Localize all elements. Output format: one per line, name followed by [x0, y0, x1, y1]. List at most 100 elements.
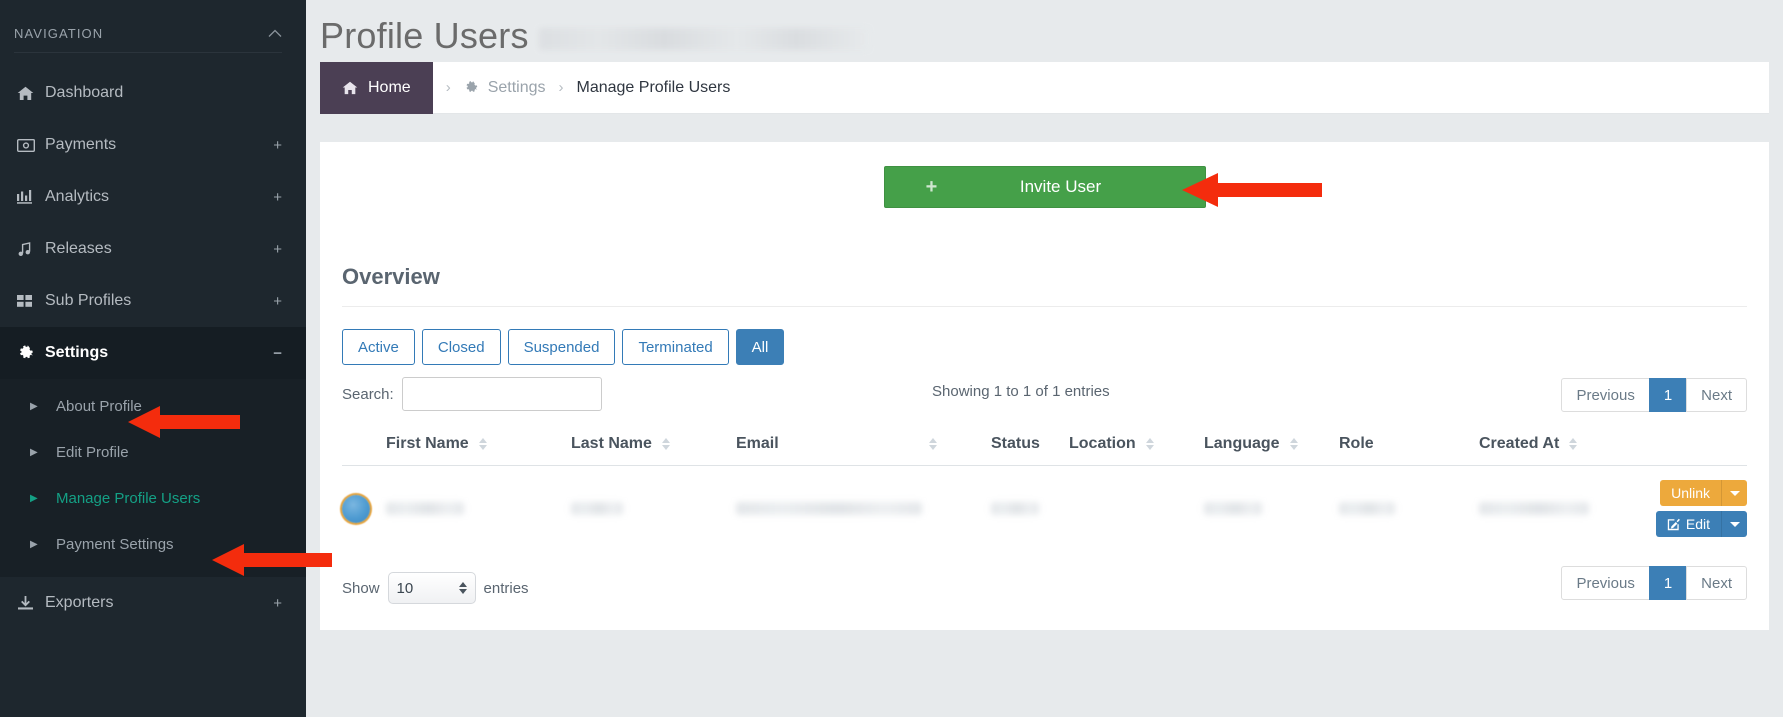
- pagination-page-1-bottom[interactable]: 1: [1648, 566, 1688, 600]
- pagination-next-top[interactable]: Next: [1686, 378, 1747, 412]
- sidebar-item-releases[interactable]: Releases +: [0, 223, 306, 275]
- column-label: Email: [736, 435, 779, 452]
- sidebar-item-sub-profiles[interactable]: Sub Profiles +: [0, 275, 306, 327]
- invite-user-row: + Invite User: [320, 142, 1769, 208]
- gear-icon: [17, 344, 45, 362]
- column-email[interactable]: Email: [736, 435, 991, 466]
- pagination-previous-bottom[interactable]: Previous: [1561, 566, 1650, 600]
- datatable-info: Showing 1 to 1 of 1 entries: [932, 383, 1110, 400]
- edit-button[interactable]: Edit: [1655, 511, 1747, 537]
- table-row: Unlink Edit: [342, 465, 1747, 552]
- sidebar-item-payments[interactable]: Payments +: [0, 119, 306, 171]
- column-language[interactable]: Language: [1204, 435, 1339, 466]
- cell-actions: Unlink Edit: [1629, 465, 1747, 552]
- sidebar-item-dashboard[interactable]: Dashboard: [0, 67, 306, 119]
- sidebar-subitem-manage-profile-users[interactable]: ▶ Manage Profile Users: [0, 475, 306, 521]
- breadcrumb-settings-label: Settings: [487, 78, 546, 96]
- cell-language: [1204, 465, 1339, 552]
- column-last-name[interactable]: Last Name: [571, 435, 736, 466]
- caret-right-icon: ▶: [30, 538, 38, 550]
- pagination-previous-top[interactable]: Previous: [1561, 378, 1650, 412]
- music-note-icon: [17, 241, 45, 257]
- plus-icon: +: [925, 176, 938, 198]
- filter-terminated-button[interactable]: Terminated: [622, 329, 729, 365]
- breadcrumb-separator: ›: [445, 79, 451, 96]
- filter-all-button[interactable]: All: [735, 329, 785, 365]
- plus-icon[interactable]: +: [273, 294, 282, 309]
- redacted-value: [1339, 502, 1395, 515]
- search-label: Search:: [342, 385, 394, 403]
- datatable-controls: Search: Showing 1 to 1 of 1 entries Prev…: [342, 365, 1747, 412]
- filter-suspended-button[interactable]: Suspended: [507, 329, 616, 365]
- sidebar-item-analytics[interactable]: Analytics +: [0, 171, 306, 223]
- plus-icon[interactable]: +: [273, 190, 282, 205]
- breadcrumb-current: Manage Profile Users: [576, 78, 731, 96]
- overview-heading: Overview: [342, 230, 1747, 307]
- column-label: Created At: [1479, 435, 1560, 452]
- sort-icon: [1289, 438, 1298, 450]
- breadcrumb-home[interactable]: Home: [320, 61, 433, 114]
- money-bill-icon: [17, 138, 45, 152]
- caret-right-icon: ▶: [30, 400, 38, 412]
- sidebar-subitem-label: Edit Profile: [56, 443, 129, 461]
- plus-icon[interactable]: +: [273, 242, 282, 257]
- pagination-page-1-top[interactable]: 1: [1648, 378, 1688, 412]
- sort-icon: [478, 438, 487, 450]
- sidebar-item-exporters[interactable]: Exporters +: [0, 577, 306, 629]
- sidebar-subitem-payment-settings[interactable]: ▶ Payment Settings: [0, 521, 306, 567]
- sort-icon: [928, 438, 937, 450]
- sort-icon: [1569, 438, 1578, 450]
- bar-chart-icon: [17, 190, 45, 204]
- chevron-up-icon[interactable]: [268, 29, 282, 38]
- table-body: Unlink Edit: [342, 465, 1747, 552]
- column-created-at[interactable]: Created At: [1479, 435, 1629, 466]
- plus-icon[interactable]: +: [273, 596, 282, 611]
- column-location[interactable]: Location: [1069, 435, 1204, 466]
- sidebar-nav-list: Dashboard Payments + Analytics + Release…: [0, 67, 306, 629]
- plus-icon[interactable]: +: [273, 138, 282, 153]
- column-status[interactable]: Status: [991, 435, 1069, 466]
- column-label: Role: [1339, 435, 1374, 452]
- redacted-value: [571, 502, 623, 515]
- sidebar: NAVIGATION Dashboard Payments + Analytic…: [0, 0, 306, 717]
- cell-created-at: [1479, 465, 1629, 552]
- status-filter-group: Active Closed Suspended Terminated All: [342, 307, 1747, 365]
- users-table: First Name Last Name Email Status Locati…: [342, 435, 1747, 552]
- sidebar-subitem-about-profile[interactable]: ▶ About Profile: [0, 383, 306, 429]
- settings-submenu: ▶ About Profile ▶ Edit Profile ▶ Manage …: [0, 379, 306, 577]
- redacted-value: [386, 502, 464, 515]
- column-first-name[interactable]: First Name: [386, 435, 571, 466]
- sidebar-nav-heading: NAVIGATION: [14, 26, 104, 41]
- column-label: Location: [1069, 435, 1136, 452]
- cell-first-name: [386, 465, 571, 552]
- page-title-redacted-text: [539, 28, 870, 50]
- app-root: NAVIGATION Dashboard Payments + Analytic…: [0, 0, 1783, 717]
- filter-active-button[interactable]: Active: [342, 329, 415, 365]
- minus-icon[interactable]: −: [273, 346, 282, 361]
- invite-user-button[interactable]: + Invite User: [883, 166, 1206, 208]
- chevron-down-icon[interactable]: [1721, 511, 1747, 537]
- avatar: [342, 494, 370, 523]
- redacted-value: [1204, 502, 1262, 515]
- sidebar-item-label: Exporters: [45, 594, 114, 611]
- breadcrumb-separator: ›: [558, 79, 564, 96]
- chevron-down-icon[interactable]: [1721, 480, 1747, 506]
- column-label: Status: [991, 435, 1040, 452]
- caret-right-icon: ▶: [30, 492, 38, 504]
- breadcrumb-home-label: Home: [368, 78, 411, 96]
- grid-icon: [17, 294, 45, 308]
- pagination-bottom: Previous 1 Next: [1561, 566, 1747, 600]
- sidebar-item-label: Sub Profiles: [45, 292, 132, 309]
- sort-icon: [1145, 438, 1154, 450]
- datatable-footer: Show 102550100 entries Previous 1 Next: [342, 552, 1747, 604]
- column-role[interactable]: Role: [1339, 435, 1479, 466]
- pagination-next-bottom[interactable]: Next: [1686, 566, 1747, 600]
- length-select[interactable]: 102550100: [387, 572, 476, 604]
- unlink-button[interactable]: Unlink: [1660, 480, 1747, 506]
- cell-role: [1339, 465, 1479, 552]
- sidebar-item-settings[interactable]: Settings −: [0, 327, 306, 379]
- search-input[interactable]: [401, 377, 602, 411]
- sidebar-subitem-edit-profile[interactable]: ▶ Edit Profile: [0, 429, 306, 475]
- filter-closed-button[interactable]: Closed: [421, 329, 501, 365]
- breadcrumb-settings[interactable]: Settings: [464, 79, 546, 97]
